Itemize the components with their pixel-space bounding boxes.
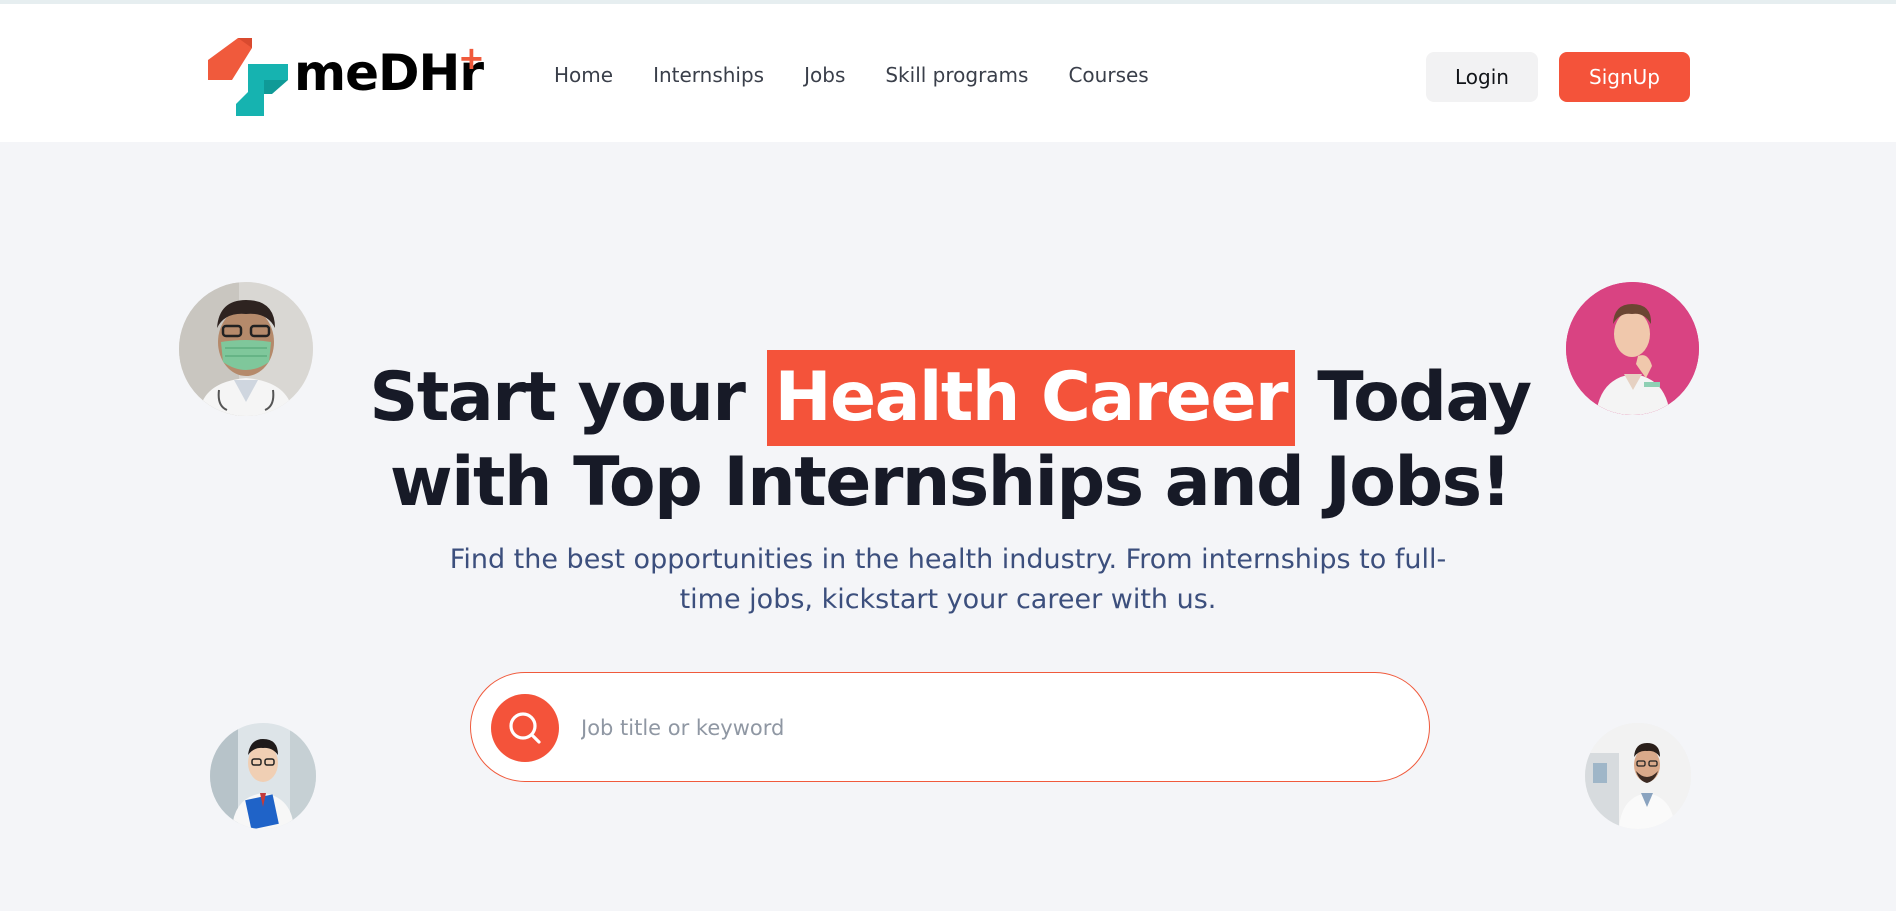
avatar-doctor-masked [179, 282, 313, 416]
search-button[interactable] [491, 694, 559, 762]
main-nav: Home Internships Jobs Skill programs Cou… [554, 4, 1189, 146]
headline-line2: with Top Internships and Jobs! [389, 443, 1512, 522]
logo-plus-icon: + [458, 39, 485, 77]
site-header: meDHr + Home Internships Jobs Skill prog… [0, 0, 1896, 142]
nav-jobs[interactable]: Jobs [804, 63, 845, 87]
login-button[interactable]: Login [1426, 52, 1538, 102]
logo-wordmark-text: meDHr [294, 44, 484, 102]
search-input[interactable] [579, 703, 1399, 753]
nav-internships[interactable]: Internships [653, 63, 764, 87]
medhr-logo-icon [208, 38, 288, 116]
nav-courses[interactable]: Courses [1068, 63, 1148, 87]
hero-subtitle: Find the best opportunities in the healt… [449, 544, 1447, 615]
nav-skill-programs[interactable]: Skill programs [885, 63, 1028, 87]
headline-end: Today [1295, 358, 1532, 437]
headline-start: Start your [369, 358, 767, 437]
logo-wordmark: meDHr [294, 48, 484, 98]
avatar-doctor-clinic [1585, 723, 1691, 829]
job-search-bar [470, 672, 1430, 782]
headline-highlight: Health Career [766, 350, 1296, 446]
search-icon [509, 712, 541, 744]
signup-button[interactable]: SignUp [1559, 52, 1690, 102]
avatar-doctor-clipboard [210, 723, 316, 829]
site-logo[interactable]: meDHr + [208, 34, 490, 118]
nav-home[interactable]: Home [554, 63, 613, 87]
hero-headline: Start your Health Career Today with Top … [300, 350, 1600, 520]
